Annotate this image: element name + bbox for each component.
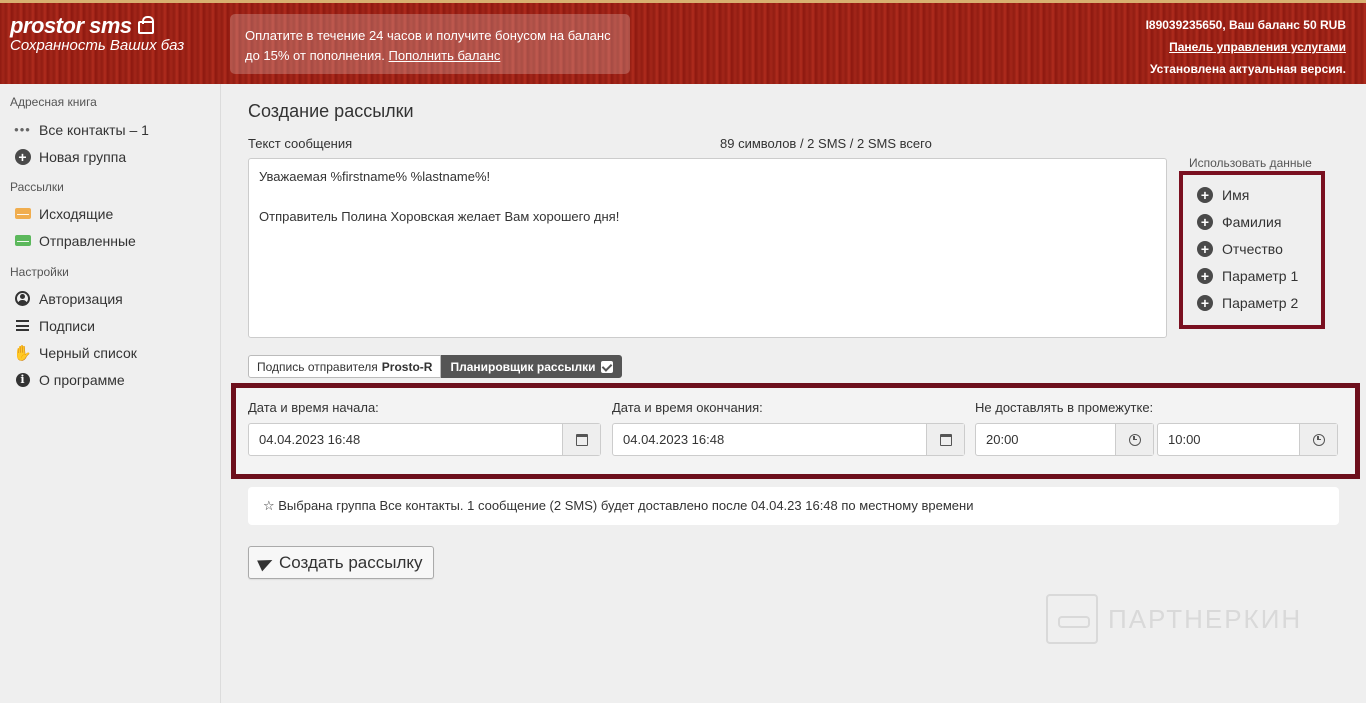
watermark-logo-icon	[1046, 594, 1098, 644]
sidebar-item-about[interactable]: i О программе	[14, 371, 125, 388]
plus-circle-icon: +	[1197, 240, 1213, 257]
top-header: prostor sms Сохранность Ваших баз Оплати…	[0, 0, 1366, 84]
use-data-panel: + Имя + Фамилия + Отчество + Параметр 1 …	[1179, 171, 1325, 329]
sidebar-item-all-contacts[interactable]: ••• Все контакты – 1	[14, 121, 149, 138]
plus-circle-icon: +	[1197, 213, 1213, 230]
plus-circle-icon: +	[1197, 186, 1213, 203]
no-delivery-to-input[interactable]: 10:00	[1157, 423, 1338, 456]
paper-plane-icon	[257, 554, 275, 571]
account-info: I89039235650, Ваш баланс 50 RUB Панель у…	[1146, 14, 1346, 80]
sidebar-item-label: Черный список	[39, 344, 137, 361]
insert-param-2[interactable]: + Параметр 2	[1197, 289, 1321, 316]
create-mailing-label: Создать рассылку	[279, 552, 423, 572]
tab-label: Планировщик рассылки	[450, 359, 596, 374]
sidebar-item-label: Все контакты – 1	[39, 121, 149, 138]
sidebar-item-label: О программе	[39, 371, 125, 388]
sidebar-item-new-group[interactable]: + Новая группа	[14, 148, 126, 165]
list-icon	[16, 320, 29, 331]
insert-middlename[interactable]: + Отчество	[1197, 235, 1321, 262]
version-status: Установлена актуальная версия.	[1149, 62, 1346, 76]
calendar-icon	[939, 433, 952, 446]
sender-name: Prosto-R	[381, 359, 433, 374]
end-value: 04.04.2023 16:48	[623, 432, 725, 447]
from-clock-button[interactable]	[1115, 424, 1153, 455]
topup-link[interactable]: Пополнить баланс	[389, 48, 501, 63]
start-value: 04.04.2023 16:48	[259, 432, 361, 447]
envelope-icon	[14, 208, 31, 219]
sidebar-item-label: Отправленные	[39, 232, 136, 249]
create-mailing-button[interactable]: Создать рассылку	[248, 546, 434, 579]
insert-label: Параметр 1	[1222, 267, 1299, 284]
sidebar-item-signatures[interactable]: Подписи	[14, 317, 95, 334]
end-datetime-input[interactable]: 04.04.2023 16:48	[612, 423, 965, 456]
sidebar-item-label: Исходящие	[39, 205, 114, 222]
hand-stop-icon: ✋	[13, 344, 32, 362]
no-delivery-from-input[interactable]: 20:00	[975, 423, 1154, 456]
logo-subtitle: Сохранность Ваших баз	[10, 37, 185, 54]
message-textarea[interactable]: Уважаемая %firstname% %lastname%! Отправ…	[248, 158, 1167, 338]
clock-icon	[1128, 433, 1141, 446]
logo-title: prostor sms	[10, 13, 132, 38]
section-title-settings: Настройки	[10, 265, 69, 279]
clock-icon	[1312, 433, 1325, 446]
sidebar-item-authorization[interactable]: Авторизация	[14, 290, 123, 307]
start-label: Дата и время начала:	[248, 400, 379, 415]
end-label: Дата и время окончания:	[612, 400, 763, 415]
sidebar-item-sent[interactable]: Отправленные	[14, 232, 136, 249]
calendar-icon	[575, 433, 588, 446]
option-tabs: Подпись отправителя Prosto-R Планировщик…	[248, 355, 622, 378]
insert-lastname[interactable]: + Фамилия	[1197, 208, 1321, 235]
sidebar-item-label: Подписи	[39, 317, 95, 334]
lock-icon	[137, 15, 154, 34]
page-title: Создание рассылки	[248, 101, 414, 121]
start-datetime-input[interactable]: 04.04.2023 16:48	[248, 423, 601, 456]
use-data-title: Использовать данные	[1189, 156, 1312, 170]
promo-banner: Оплатите в течение 24 часов и получите б…	[230, 14, 630, 74]
message-label: Текст сообщения	[248, 136, 353, 151]
plus-circle-icon: +	[1197, 267, 1213, 284]
sidebar-item-label: Авторизация	[39, 290, 123, 307]
plus-circle-icon: +	[14, 148, 31, 165]
info-icon: i	[15, 372, 30, 387]
sidebar-item-label: Новая группа	[39, 148, 127, 165]
services-panel-link[interactable]: Панель управления услугами	[1169, 40, 1346, 54]
delivery-notice: ☆ Выбрана группа Все контакты. 1 сообщен…	[248, 487, 1339, 525]
account-balance: I89039235650, Ваш баланс 50 RUB	[1145, 18, 1346, 32]
message-line: Уважаемая %firstname% %lastname%!	[259, 169, 491, 184]
sms-counter: 89 символов / 2 SMS / 2 SMS всего	[720, 136, 932, 151]
checkbox-checked-icon	[600, 360, 613, 373]
to-clock-button[interactable]	[1299, 424, 1337, 455]
message-line	[259, 187, 1156, 207]
user-circle-icon	[15, 291, 30, 306]
tab-label: Подпись отправителя	[257, 359, 378, 374]
insert-label: Имя	[1222, 186, 1250, 203]
no-delivery-from-value: 20:00	[986, 432, 1019, 447]
section-title-mailings: Рассылки	[10, 180, 64, 194]
watermark: ПАРТНЕРКИН	[1046, 594, 1302, 644]
section-title-address-book: Адресная книга	[10, 95, 97, 109]
insert-label: Фамилия	[1222, 213, 1282, 230]
insert-firstname[interactable]: + Имя	[1197, 181, 1321, 208]
insert-label: Параметр 2	[1222, 294, 1299, 311]
promo-text-1: Оплатите в течение 24 часов и получите б…	[245, 28, 611, 43]
start-calendar-button[interactable]	[562, 424, 600, 455]
no-delivery-to-value: 10:00	[1168, 432, 1201, 447]
insert-label: Отчество	[1222, 240, 1283, 257]
sidebar: Адресная книга ••• Все контакты – 1 + Но…	[0, 84, 221, 703]
tab-scheduler[interactable]: Планировщик рассылки	[441, 355, 622, 378]
watermark-text: ПАРТНЕРКИН	[1108, 603, 1303, 634]
insert-param-1[interactable]: + Параметр 1	[1197, 262, 1321, 289]
plus-circle-icon: +	[1197, 294, 1213, 311]
sidebar-item-outgoing[interactable]: Исходящие	[14, 205, 113, 222]
ellipsis-icon: •••	[14, 122, 31, 137]
end-calendar-button[interactable]	[926, 424, 964, 455]
no-delivery-label: Не доставлять в промежутке:	[975, 400, 1154, 415]
promo-text-2: до 15% от пополнения.	[245, 48, 385, 63]
sidebar-item-blacklist[interactable]: ✋ Черный список	[13, 344, 137, 362]
tab-sender-signature[interactable]: Подпись отправителя Prosto-R	[248, 355, 442, 378]
logo[interactable]: prostor sms Сохранность Ваших баз	[10, 13, 184, 54]
message-line: Отправитель Полина Хоровская желает Вам …	[259, 209, 620, 224]
scheduler-panel: Дата и время начала: 04.04.2023 16:48 Да…	[231, 383, 1360, 479]
envelope-icon	[14, 235, 31, 246]
